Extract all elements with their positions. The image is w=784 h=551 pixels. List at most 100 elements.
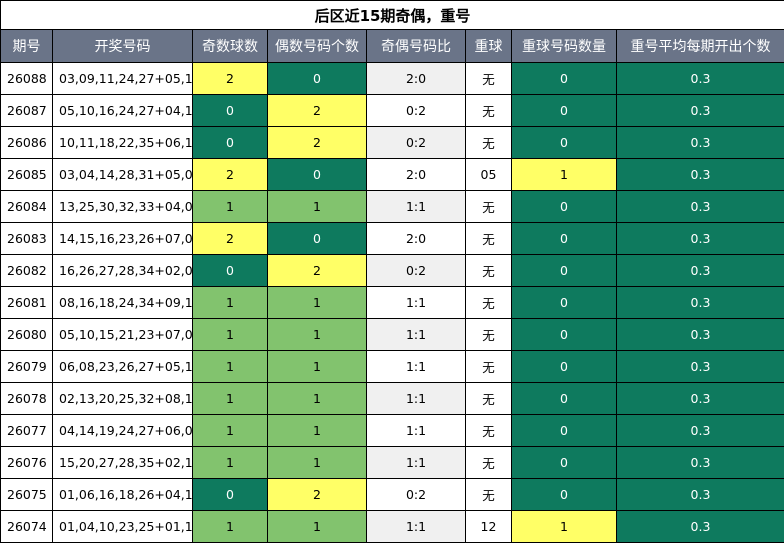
cell-repeat-count: 0 xyxy=(511,414,617,447)
cell-repeat-average: 0.3 xyxy=(616,94,784,127)
cell-repeat-count: 0 xyxy=(511,222,617,255)
cell-repeat-average: 0.3 xyxy=(616,158,784,191)
cell-repeat-count: 0 xyxy=(511,318,617,351)
cell-even-count: 1 xyxy=(267,414,367,447)
cell-numbers: 04,14,19,24,27+06,07 xyxy=(52,414,193,447)
table-row: 26082 16,26,27,28,34+02,06 0 2 0:2 无 0 0.3 xyxy=(0,254,784,287)
table-row: 26075 01,06,16,18,26+04,10 0 2 0:2 无 0 0.3 xyxy=(0,478,784,511)
cell-repeat-ball: 无 xyxy=(465,126,512,159)
cell-period: 26083 xyxy=(0,222,53,255)
cell-repeat-ball: 12 xyxy=(465,510,512,543)
cell-odd-even-ratio: 1:1 xyxy=(366,318,466,351)
cell-repeat-average: 0.3 xyxy=(616,254,784,287)
cell-repeat-count: 0 xyxy=(511,254,617,287)
table-row: 26080 05,10,15,21,23+07,08 1 1 1:1 无 0 0.3 xyxy=(0,318,784,351)
cell-numbers: 01,04,10,23,25+01,12 xyxy=(52,510,193,543)
cell-period: 26085 xyxy=(0,158,53,191)
cell-even-count: 2 xyxy=(267,126,367,159)
cell-repeat-ball: 无 xyxy=(465,382,512,415)
cell-repeat-ball: 无 xyxy=(465,350,512,383)
cell-period: 26079 xyxy=(0,350,53,383)
cell-even-count: 1 xyxy=(267,446,367,479)
cell-odd-count: 2 xyxy=(192,222,268,255)
cell-repeat-count: 0 xyxy=(511,286,617,319)
cell-repeat-ball: 无 xyxy=(465,446,512,479)
cell-odd-count: 1 xyxy=(192,318,268,351)
cell-period: 26081 xyxy=(0,286,53,319)
cell-odd-count: 1 xyxy=(192,350,268,383)
cell-odd-count: 1 xyxy=(192,190,268,223)
cell-odd-even-ratio: 0:2 xyxy=(366,478,466,511)
table-row: 26085 03,04,14,28,31+05,07 2 0 2:0 05 1 0.3 xyxy=(0,158,784,191)
cell-repeat-average: 0.3 xyxy=(616,126,784,159)
header-repeat-ball: 重球 xyxy=(465,29,512,63)
cell-odd-count: 0 xyxy=(192,94,268,127)
cell-odd-even-ratio: 2:0 xyxy=(366,158,466,191)
cell-repeat-average: 0.3 xyxy=(616,382,784,415)
table-row: 26078 02,13,20,25,32+08,11 1 1 1:1 无 0 0.3 xyxy=(0,382,784,415)
cell-even-count: 2 xyxy=(267,254,367,287)
cell-period: 26088 xyxy=(0,62,53,95)
cell-odd-even-ratio: 0:2 xyxy=(366,126,466,159)
cell-period: 26084 xyxy=(0,190,53,223)
cell-odd-count: 1 xyxy=(192,286,268,319)
cell-odd-even-ratio: 1:1 xyxy=(366,286,466,319)
cell-repeat-count: 0 xyxy=(511,382,617,415)
cell-even-count: 1 xyxy=(267,382,367,415)
cell-repeat-count: 0 xyxy=(511,190,617,223)
cell-numbers: 13,25,30,32,33+04,05 xyxy=(52,190,193,223)
header-odd-count: 奇数球数 xyxy=(192,29,268,63)
odd-even-repeat-table: 后区近15期奇偶，重号 期号 开奖号码 奇数球数 偶数号码个数 奇偶号码比 重球… xyxy=(0,0,784,543)
cell-odd-even-ratio: 1:1 xyxy=(366,350,466,383)
cell-numbers: 05,10,16,24,27+04,10 xyxy=(52,94,193,127)
cell-repeat-ball: 无 xyxy=(465,222,512,255)
cell-repeat-average: 0.3 xyxy=(616,286,784,319)
cell-odd-count: 0 xyxy=(192,126,268,159)
header-even-count: 偶数号码个数 xyxy=(267,29,367,63)
header-repeat-average: 重号平均每期开出个数 xyxy=(616,29,784,63)
cell-even-count: 1 xyxy=(267,190,367,223)
cell-repeat-ball: 无 xyxy=(465,190,512,223)
table-row: 26081 08,16,18,24,34+09,12 1 1 1:1 无 0 0.3 xyxy=(0,286,784,319)
cell-numbers: 05,10,15,21,23+07,08 xyxy=(52,318,193,351)
cell-repeat-average: 0.3 xyxy=(616,510,784,543)
cell-even-count: 1 xyxy=(267,318,367,351)
cell-repeat-count: 0 xyxy=(511,446,617,479)
cell-even-count: 0 xyxy=(267,222,367,255)
cell-even-count: 1 xyxy=(267,510,367,543)
cell-repeat-ball: 05 xyxy=(465,158,512,191)
table-row: 26086 10,11,18,22,35+06,12 0 2 0:2 无 0 0.3 xyxy=(0,126,784,159)
cell-repeat-average: 0.3 xyxy=(616,350,784,383)
cell-repeat-ball: 无 xyxy=(465,478,512,511)
cell-numbers: 10,11,18,22,35+06,12 xyxy=(52,126,193,159)
cell-even-count: 0 xyxy=(267,158,367,191)
cell-odd-even-ratio: 2:0 xyxy=(366,62,466,95)
table-row: 26084 13,25,30,32,33+04,05 1 1 1:1 无 0 0.3 xyxy=(0,190,784,223)
cell-repeat-average: 0.3 xyxy=(616,478,784,511)
cell-odd-even-ratio: 1:1 xyxy=(366,510,466,543)
cell-repeat-ball: 无 xyxy=(465,414,512,447)
cell-odd-even-ratio: 0:2 xyxy=(366,254,466,287)
cell-even-count: 1 xyxy=(267,350,367,383)
cell-repeat-count: 0 xyxy=(511,126,617,159)
cell-even-count: 1 xyxy=(267,286,367,319)
cell-odd-even-ratio: 1:1 xyxy=(366,446,466,479)
cell-period: 26077 xyxy=(0,414,53,447)
cell-period: 26076 xyxy=(0,446,53,479)
cell-period: 26078 xyxy=(0,382,53,415)
cell-repeat-ball: 无 xyxy=(465,318,512,351)
cell-numbers: 02,13,20,25,32+08,11 xyxy=(52,382,193,415)
cell-odd-count: 1 xyxy=(192,382,268,415)
cell-repeat-count: 0 xyxy=(511,478,617,511)
table-row: 26074 01,04,10,23,25+01,12 1 1 1:1 12 1 0.3 xyxy=(0,510,784,543)
cell-odd-even-ratio: 1:1 xyxy=(366,190,466,223)
cell-numbers: 14,15,16,23,26+07,09 xyxy=(52,222,193,255)
cell-even-count: 0 xyxy=(267,62,367,95)
cell-odd-count: 1 xyxy=(192,414,268,447)
header-odd-even-ratio: 奇偶号码比 xyxy=(366,29,466,63)
cell-repeat-ball: 无 xyxy=(465,94,512,127)
cell-repeat-average: 0.3 xyxy=(616,318,784,351)
cell-odd-count: 2 xyxy=(192,62,268,95)
cell-numbers: 08,16,18,24,34+09,12 xyxy=(52,286,193,319)
cell-period: 26086 xyxy=(0,126,53,159)
